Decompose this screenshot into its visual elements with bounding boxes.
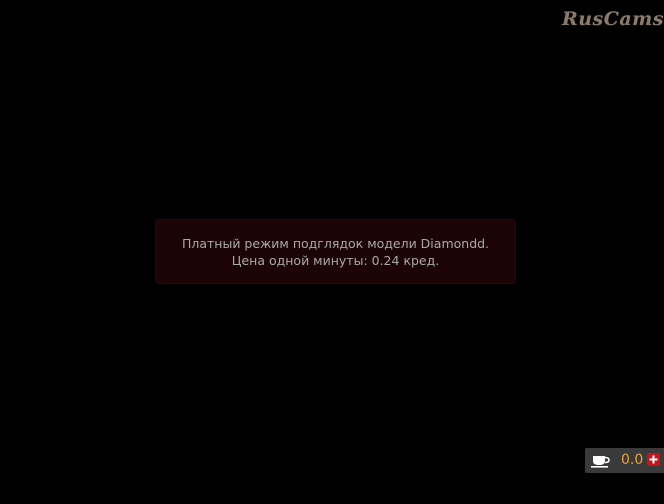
coffee-cup-icon (591, 454, 611, 468)
credit-balance-value: 0.0 (621, 452, 644, 468)
notice-line-price: Цена одной минуты: 0.24 кред. (231, 252, 440, 268)
ruscams-logo: RusCams (562, 8, 664, 30)
notice-line-mode: Платный режим подглядок модели Diamondd. (181, 235, 490, 251)
plus-icon (649, 455, 658, 464)
video-stage: RusCams Платный режим подглядок модели D… (0, 0, 664, 504)
credit-balance-widget: 0.0 (585, 448, 664, 473)
logo-text: RusCams (561, 8, 664, 30)
paid-mode-notice: Платный режим подглядок модели Diamondd.… (155, 219, 516, 284)
add-credits-button[interactable] (647, 453, 660, 466)
